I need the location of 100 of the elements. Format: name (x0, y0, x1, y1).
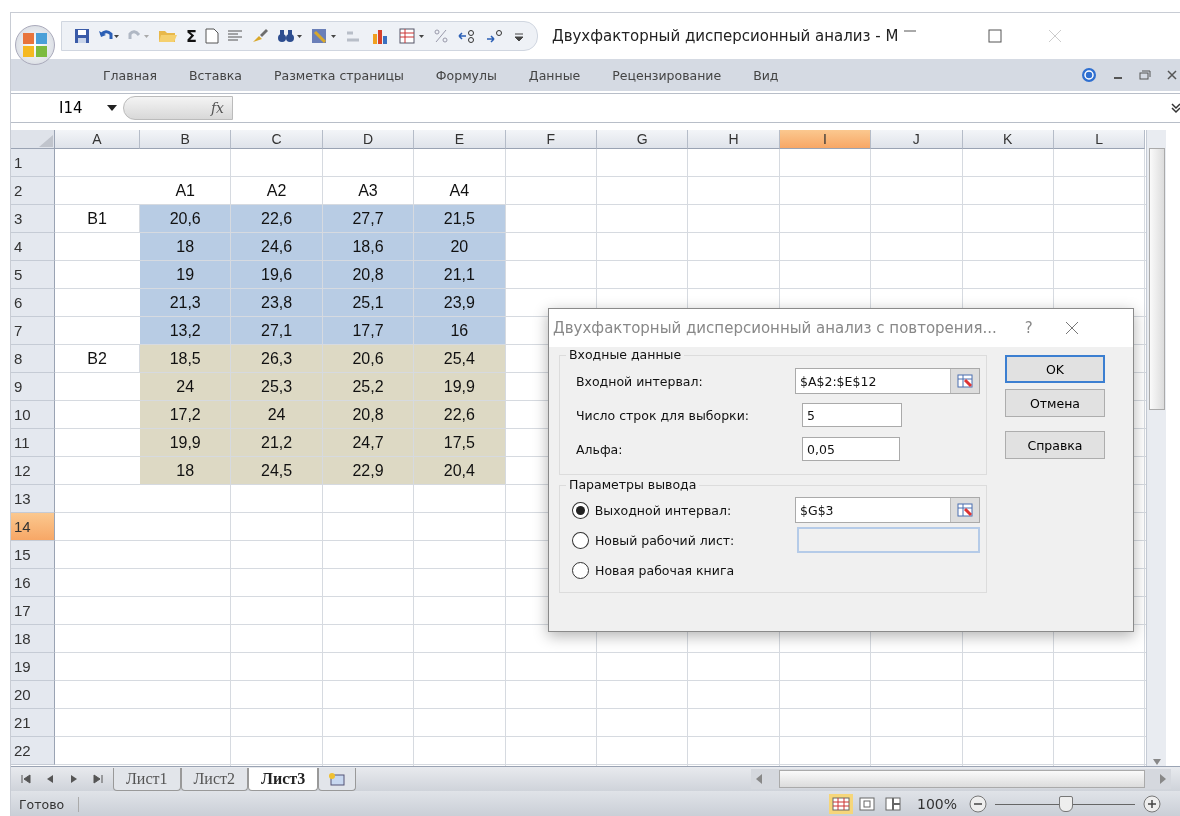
ribbon-tab[interactable]: Разметка страницы (257, 67, 420, 83)
cell: 24,6 (231, 233, 323, 261)
cell: 24 (231, 401, 323, 429)
cell: 16 (414, 317, 506, 345)
row-header[interactable]: 13 (11, 485, 55, 513)
cell: 20,8 (322, 261, 415, 289)
sum-icon[interactable]: Σ (186, 26, 197, 46)
row-header[interactable]: 22 (11, 737, 55, 765)
ribbon-tab[interactable]: Данные (512, 67, 597, 83)
cell: 19,6 (231, 261, 323, 289)
cell: 22,6 (231, 205, 323, 233)
sheet-tab[interactable]: Лист2 (180, 767, 249, 791)
sheet-tab[interactable]: Лист1 (113, 767, 181, 791)
cell: 22,6 (414, 401, 506, 429)
cell: 20,6 (140, 205, 232, 233)
cell: 23,9 (414, 289, 506, 317)
group-title: Параметры вывода (566, 477, 700, 492)
row-header[interactable]: 6 (11, 289, 55, 317)
cell: 25,3 (231, 373, 323, 401)
ribbon-tab[interactable]: Рецензирование (596, 67, 738, 83)
cell: 24,7 (322, 429, 415, 457)
insert-function-button[interactable]: fx (123, 96, 233, 120)
column-header[interactable]: K (962, 130, 1054, 149)
column-header[interactable]: J (871, 130, 963, 149)
column-header[interactable]: F (505, 130, 597, 149)
row-header[interactable]: 14 (11, 513, 55, 541)
field-label: Альфа: (575, 441, 624, 457)
cell: 19 (140, 261, 232, 289)
column-header[interactable]: A (55, 130, 140, 149)
cell: 25,2 (322, 373, 415, 401)
row-header[interactable]: 17 (11, 597, 55, 625)
row-header[interactable]: 2 (11, 177, 55, 205)
row-header[interactable]: 5 (11, 261, 55, 289)
row-header[interactable]: 4 (11, 233, 55, 261)
row-header[interactable]: 9 (11, 373, 55, 401)
dialog-button[interactable]: OK (1005, 355, 1105, 383)
sheet-tab[interactable]: Лист3 (248, 767, 319, 791)
cell: 21,2 (231, 429, 323, 457)
cell: 23,8 (231, 289, 323, 317)
column-header[interactable]: D (322, 130, 415, 149)
row-header[interactable]: 15 (11, 541, 55, 569)
cell: 19,9 (140, 429, 232, 457)
zoom-level[interactable]: 100% (916, 796, 957, 812)
ribbon-tab[interactable]: Формулы (419, 67, 513, 83)
row-header[interactable]: 1 (11, 149, 55, 177)
cell: 18 (140, 457, 232, 485)
field-label: Число строк для выборки: (575, 407, 750, 423)
row-header[interactable]: 16 (11, 569, 55, 597)
name-box[interactable]: I14 (11, 99, 101, 117)
row-header[interactable]: 20 (11, 681, 55, 709)
ribbon-tab[interactable]: Вид (737, 67, 795, 83)
cell: 21,5 (414, 205, 506, 233)
option-label[interactable]: Новый рабочий лист: (594, 532, 798, 548)
cell: 17,2 (140, 401, 232, 429)
cell: 17,5 (414, 429, 506, 457)
column-header[interactable]: L (1053, 130, 1146, 149)
row-header[interactable]: 18 (11, 625, 55, 653)
cell: 24 (140, 373, 232, 401)
column-header[interactable]: C (231, 130, 323, 149)
row-header[interactable]: 8 (11, 345, 55, 373)
cell: 21,3 (140, 289, 232, 317)
row-header[interactable]: 21 (11, 709, 55, 737)
cell: 20,4 (414, 457, 506, 485)
column-header[interactable]: G (596, 130, 689, 149)
row-header[interactable]: 12 (11, 457, 55, 485)
input-field[interactable]: 5 (802, 403, 902, 427)
input-field[interactable]: 0,05 (802, 437, 900, 461)
cell: 25,1 (322, 289, 415, 317)
ribbon-tab[interactable]: Главная (87, 67, 173, 83)
row-header[interactable]: 10 (11, 401, 55, 429)
cell: 20,8 (322, 401, 415, 429)
column-header[interactable]: I (779, 130, 872, 149)
row-header[interactable]: 19 (11, 653, 55, 681)
dialog-title: Двухфакторный дисперсионный анализ с повторения... (553, 319, 997, 337)
cell: 20 (414, 233, 506, 261)
cell: 19,9 (414, 373, 506, 401)
cell: 24,5 (231, 457, 323, 485)
column-header[interactable]: E (414, 130, 506, 149)
cell: 18,5 (140, 345, 232, 373)
column-header[interactable]: H (688, 130, 780, 149)
ribbon-tab[interactable]: Вставка (173, 67, 258, 83)
row-header[interactable]: 3 (11, 205, 55, 233)
option-label[interactable]: Выходной интервал: (594, 502, 795, 518)
cell: 27,1 (231, 317, 323, 345)
help-button[interactable]: ? (1024, 319, 1033, 337)
window-title: Двухфакторный дисперсионный анализ - M (551, 27, 899, 45)
cell: 20,6 (322, 345, 415, 373)
dialog-button[interactable]: Справка (1005, 431, 1105, 459)
option-label[interactable]: Новая рабочая книга (595, 562, 799, 578)
field-label: Входной интервал: (575, 373, 704, 389)
cell: 18 (140, 233, 232, 261)
column-header[interactable]: B (140, 130, 232, 149)
cell: 17,7 (322, 317, 415, 345)
cell: 26,3 (231, 345, 323, 373)
cell: 21,1 (414, 261, 506, 289)
dialog-button[interactable]: Отмена (1005, 389, 1105, 417)
cell: 27,7 (322, 205, 415, 233)
cell: 13,2 (140, 317, 232, 345)
row-header[interactable]: 11 (11, 429, 55, 457)
row-header[interactable]: 7 (11, 317, 55, 345)
